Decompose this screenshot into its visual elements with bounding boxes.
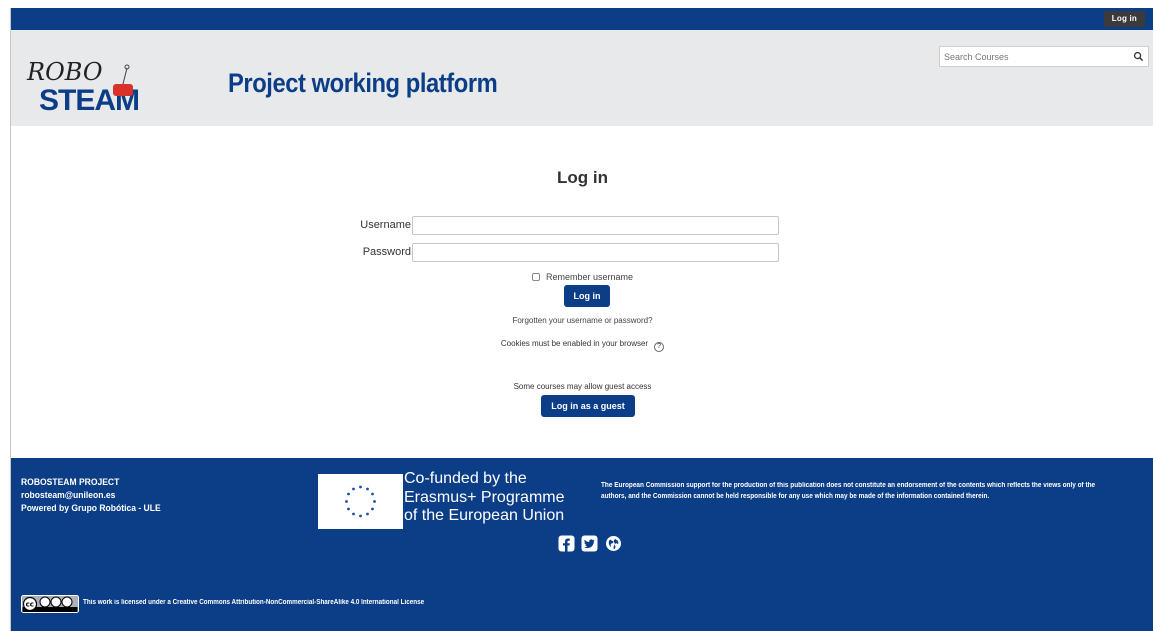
eu-text-line: of the European Union [404,507,565,524]
remember-username: Remember username [11,272,1153,282]
password-row: Password [331,243,791,263]
site-title: Project working platform [228,68,498,98]
password-label: Password [362,246,411,258]
logo-text-top: ROBO [26,58,103,86]
logo-robot-icon [113,84,133,96]
password-input[interactable] [412,243,779,262]
search-input[interactable] [940,47,1120,67]
remember-label[interactable]: Remember username [546,272,633,282]
project-name: ROBOSTEAM PROJECT [21,477,120,488]
facebook-icon[interactable] [558,535,575,552]
site-header: ROBO STEAM Project working platform [11,30,1153,126]
social-links [558,535,624,553]
creative-commons-icon[interactable]: cc [21,595,79,613]
eu-text-line: Co-funded by the [404,470,527,487]
page-title: Log in [557,168,608,187]
svg-text:cc: cc [26,601,34,609]
globe-icon[interactable] [605,535,622,552]
username-label: Username [360,219,411,231]
course-search [939,46,1149,67]
contact-email[interactable]: robosteam@unileon.es [21,489,161,502]
powered-by: Powered by Grupo Robótica - ULE [21,503,161,514]
username-row: Username [331,216,791,236]
cookies-note-text: Cookies must be enabled in your browser [500,339,649,348]
twitter-icon[interactable] [581,535,598,552]
remember-checkbox[interactable] [531,273,540,281]
login-panel: Log in Username Password Remember userna… [11,126,1153,458]
robosteam-logo[interactable]: ROBO STEAM [25,58,185,116]
login-submit-button[interactable]: Log in [564,285,610,307]
forgot-password-link[interactable]: Forgotten your username or password? [11,316,1153,325]
cookies-note: Cookies must be enabled in your browser? [11,339,1153,352]
site-footer: ROBOSTEAM PROJECT robosteam@unileon.es P… [11,458,1153,631]
eu-cofunding-text: Co-funded by the Erasmus+ Programme of t… [404,470,565,526]
eu-text-line: Erasmus+ Programme [404,488,565,506]
help-icon[interactable]: ? [654,342,665,352]
top-navbar: Log in [11,8,1153,30]
eu-disclaimer: The European Commission support for the … [601,482,1096,500]
guest-login-button[interactable]: Log in as a guest [541,395,635,417]
guest-access-note: Some courses may allow guest access [513,382,652,391]
eu-flag-icon [318,474,403,529]
footer-contact: ROBOSTEAM PROJECT robosteam@unileon.es P… [21,476,161,515]
navbar-login-button[interactable]: Log in [1103,11,1145,27]
username-input[interactable] [412,216,779,235]
license-text[interactable]: This work is licensed under a Creative C… [83,599,424,606]
page-frame: Log in ROBO STEAM Project working platfo… [10,8,1153,631]
search-icon[interactable] [1133,51,1144,62]
